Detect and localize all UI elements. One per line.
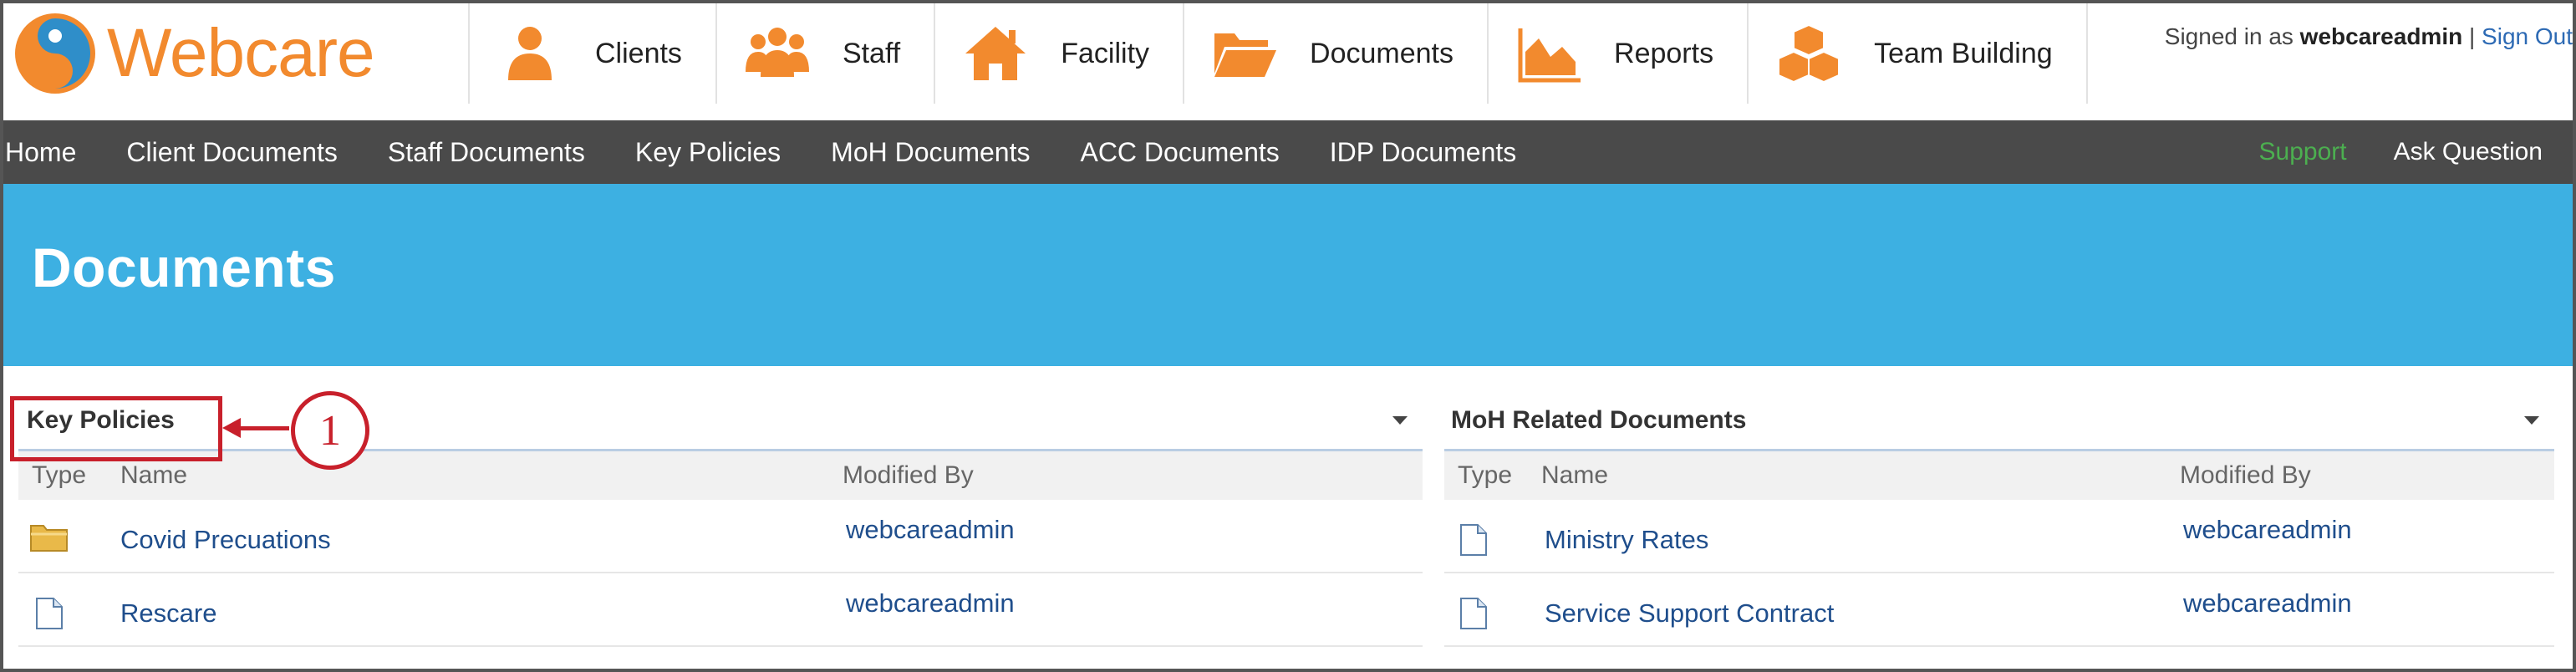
page-banner: Documents bbox=[3, 184, 2573, 366]
group-icon bbox=[745, 28, 809, 77]
folder-icon bbox=[1214, 33, 1277, 77]
annotation-arrow-icon bbox=[222, 418, 241, 438]
subnav-moh-documents[interactable]: MoH Documents bbox=[831, 137, 1030, 168]
column-modified-by[interactable]: Modified By bbox=[2180, 461, 2311, 490]
webcare-logo[interactable]: Webcare bbox=[13, 12, 375, 95]
annotation-number-badge: 1 bbox=[291, 391, 369, 470]
app-window: Webcare Clients Staff Facility Documents… bbox=[0, 0, 2576, 672]
column-name[interactable]: Name bbox=[120, 461, 187, 490]
document-name-link[interactable]: Ministry Rates bbox=[1545, 525, 1708, 555]
cubes-icon bbox=[1778, 23, 1840, 84]
column-modified-by[interactable]: Modified By bbox=[843, 461, 974, 490]
username: webcareadmin bbox=[2299, 23, 2463, 49]
account-status: Signed in as webcareadmin | Sign Out bbox=[2165, 23, 2573, 50]
nav-clients-label: Clients bbox=[595, 37, 682, 69]
nav-documents-label: Documents bbox=[1310, 37, 1454, 69]
folder-icon bbox=[30, 525, 68, 552]
secondary-nav: Home Client Documents Staff Documents Ke… bbox=[3, 120, 2573, 184]
sign-out-link[interactable]: Sign Out bbox=[2482, 23, 2573, 49]
nav-team-building-label: Team Building bbox=[1874, 37, 2053, 69]
support-link[interactable]: Support bbox=[2259, 138, 2347, 166]
dropdown-arrow-icon[interactable] bbox=[2524, 416, 2539, 425]
area-chart-icon bbox=[1518, 28, 1581, 83]
top-header: Webcare Clients Staff Facility Documents… bbox=[3, 3, 2573, 120]
subnav-staff-documents[interactable]: Staff Documents bbox=[388, 137, 585, 168]
signed-in-prefix: Signed in as bbox=[2164, 23, 2300, 49]
modified-by-link[interactable]: webcareadmin bbox=[846, 515, 1015, 545]
table-row[interactable]: Ministry Rates webcareadmin bbox=[1444, 500, 2554, 573]
nav-facility[interactable]: Facility bbox=[934, 3, 1183, 104]
logo-text: Webcare bbox=[107, 15, 375, 91]
account-separator: | bbox=[2462, 23, 2482, 49]
nav-clients[interactable]: Clients bbox=[468, 3, 715, 104]
table-row[interactable]: Covid Precuations webcareadmin bbox=[18, 500, 1423, 573]
modified-by-link[interactable]: webcareadmin bbox=[846, 588, 1015, 619]
nav-reports-label: Reports bbox=[1614, 37, 1714, 69]
document-name-link[interactable]: Covid Precuations bbox=[120, 525, 331, 555]
page-title: Documents bbox=[32, 237, 336, 298]
column-header-row: Type Name Modified By bbox=[1444, 451, 2554, 500]
nav-team-building[interactable]: Team Building bbox=[1747, 3, 2088, 104]
subnav-home[interactable]: Home bbox=[5, 137, 76, 168]
webcare-logo-icon bbox=[15, 13, 95, 94]
dropdown-arrow-icon[interactable] bbox=[1392, 416, 1408, 425]
subnav-right-group: Support Ask Question bbox=[2259, 120, 2543, 184]
subnav-idp-documents[interactable]: IDP Documents bbox=[1330, 137, 1517, 168]
table-row[interactable]: Service Support Contract webcareadmin bbox=[1444, 573, 2554, 647]
panel-header: MoH Related Documents bbox=[1444, 396, 2554, 451]
nav-reports[interactable]: Reports bbox=[1487, 3, 1747, 104]
column-type[interactable]: Type bbox=[1458, 461, 1512, 490]
annotation-highlight-box bbox=[10, 396, 222, 461]
main-nav: Clients Staff Facility Documents Reports… bbox=[468, 3, 2088, 104]
subnav-acc-documents[interactable]: ACC Documents bbox=[1080, 137, 1279, 168]
table-row[interactable]: Rescare webcareadmin bbox=[18, 573, 1423, 647]
document-icon bbox=[1460, 598, 1487, 629]
subnav-key-policies[interactable]: Key Policies bbox=[635, 137, 781, 168]
modified-by-link[interactable]: webcareadmin bbox=[2183, 588, 2352, 619]
person-icon bbox=[508, 27, 552, 80]
document-icon bbox=[1460, 524, 1487, 556]
document-name-link[interactable]: Service Support Contract bbox=[1545, 598, 1834, 629]
nav-staff[interactable]: Staff bbox=[715, 3, 934, 104]
column-header-row: Type Name Modified By bbox=[18, 451, 1423, 500]
column-type[interactable]: Type bbox=[32, 461, 86, 490]
modified-by-link[interactable]: webcareadmin bbox=[2183, 515, 2352, 545]
nav-staff-label: Staff bbox=[842, 37, 901, 69]
nav-facility-label: Facility bbox=[1061, 37, 1150, 69]
subnav-client-documents[interactable]: Client Documents bbox=[126, 137, 338, 168]
moh-documents-panel: MoH Related Documents Type Name Modified… bbox=[1444, 396, 2554, 647]
ask-question-link[interactable]: Ask Question bbox=[2394, 138, 2543, 166]
panel-title[interactable]: MoH Related Documents bbox=[1451, 406, 1746, 435]
house-icon bbox=[965, 27, 1026, 80]
nav-documents[interactable]: Documents bbox=[1183, 3, 1487, 104]
document-name-link[interactable]: Rescare bbox=[120, 598, 216, 629]
column-name[interactable]: Name bbox=[1541, 461, 1608, 490]
document-icon bbox=[36, 598, 63, 629]
